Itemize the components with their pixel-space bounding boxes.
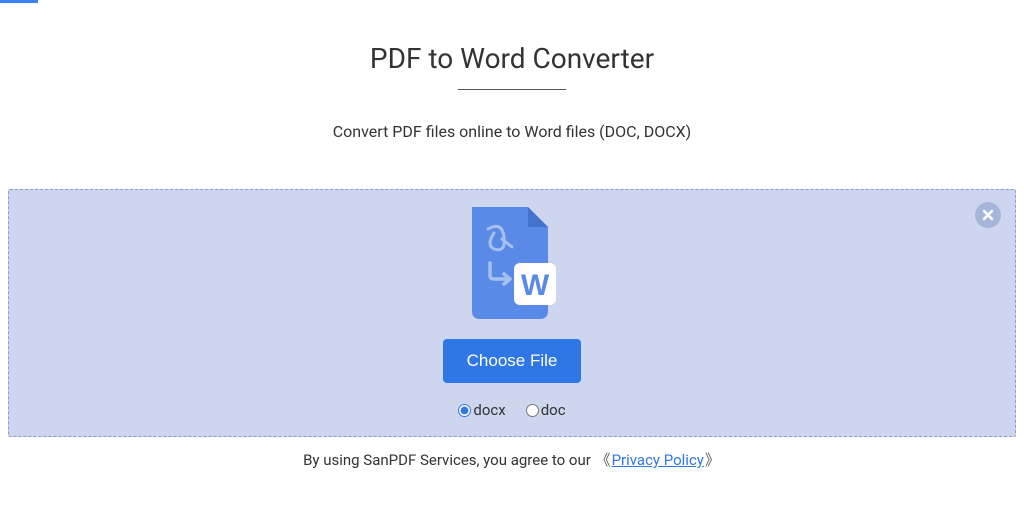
format-options: docx doc: [458, 401, 565, 419]
format-option-docx[interactable]: docx: [458, 401, 505, 419]
close-icon: [982, 209, 994, 221]
footer-text: By using SanPDF Services, you agree to o…: [0, 449, 1024, 470]
privacy-policy-link[interactable]: Privacy Policy: [612, 451, 704, 469]
title-underline: [458, 89, 566, 90]
page-subtitle: Convert PDF files online to Word files (…: [0, 122, 1024, 141]
format-option-doc[interactable]: doc: [526, 401, 566, 419]
page-title: PDF to Word Converter: [370, 42, 654, 75]
close-button[interactable]: [975, 202, 1001, 228]
choose-file-button[interactable]: Choose File: [443, 339, 582, 383]
upload-zone[interactable]: W Choose File docx doc: [8, 189, 1016, 437]
format-label-doc: doc: [541, 401, 566, 419]
bracket-close: 》: [705, 451, 720, 469]
radio-doc[interactable]: [526, 404, 539, 417]
footer-prefix: By using SanPDF Services, you agree to o…: [303, 451, 594, 469]
svg-text:W: W: [521, 269, 550, 302]
header: PDF to Word Converter: [0, 0, 1024, 90]
radio-docx[interactable]: [458, 404, 471, 417]
pdf-to-word-icon: W: [464, 207, 560, 323]
bracket-open: 《: [596, 451, 611, 469]
format-label-docx: docx: [473, 401, 505, 419]
top-accent-bar: [0, 0, 38, 3]
